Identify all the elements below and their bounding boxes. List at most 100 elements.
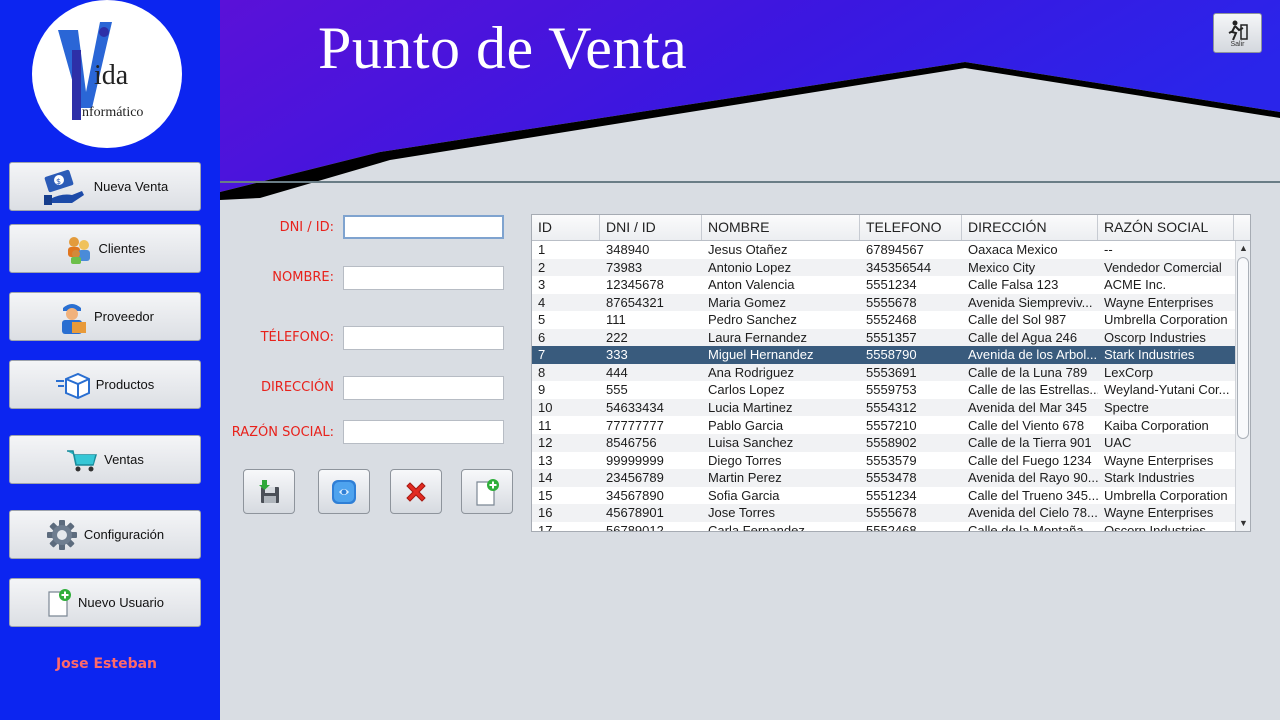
table-cell: 87654321 [606, 294, 664, 310]
table-cell: 5558902 [866, 435, 917, 451]
table-cell: 45678901 [606, 505, 664, 521]
table-cell: 5551234 [866, 487, 917, 503]
table-row-selected[interactable]: 7 333 Miguel Hernandez 5558790 Avenida de lo… [532, 346, 1235, 364]
table-cell: Pedro Sanchez [708, 312, 797, 328]
page-title: Punto de Venta [318, 15, 688, 81]
save-icon [259, 479, 279, 503]
new-button[interactable] [461, 469, 513, 514]
table-cell: Jose Torres [708, 505, 775, 521]
table-header: ID DNI / ID NOMBRE TELEFONO DIRECCIÓN RA… [532, 215, 1250, 241]
scroll-up-arrow-icon[interactable]: ▲ [1236, 241, 1250, 256]
gear-icon [46, 519, 77, 550]
dni-field[interactable] [343, 215, 504, 239]
table-cell: Carla Fernandez [708, 522, 805, 532]
table-cell: Mexico City [968, 259, 1036, 275]
table-row[interactable]: 17 56789012 Carla Fernandez 5552468 Calle de… [532, 521, 1235, 532]
table-row[interactable]: 5 111 Pedro Sanchez 5552468 Calle del Sol 98… [532, 311, 1235, 329]
table-row[interactable]: 12 8546756 Luisa Sanchez 5558902 Calle de la… [532, 434, 1235, 452]
table-cell: Umbrella Corporation [1104, 312, 1228, 328]
table-cell: 6 [538, 329, 546, 345]
column-header-nombre[interactable]: NOMBRE [702, 215, 860, 240]
table-row[interactable]: 11 77777777 Pablo Garcia 5557210 Calle del V… [532, 416, 1235, 435]
sidebar-item-clientes[interactable]: Clientes [9, 224, 201, 273]
sidebar-item-ventas[interactable]: Ventas [9, 435, 201, 484]
scroll-down-arrow-icon[interactable]: ▼ [1236, 516, 1250, 531]
sidebar-item-productos[interactable]: Productos [9, 360, 201, 409]
table-row[interactable]: 15 34567890 Sofia Garcia 5551234 Calle del T… [532, 486, 1235, 505]
table-row[interactable]: 13 99999999 Diego Torres 5553579 Calle del F… [532, 451, 1235, 470]
table-cell: Calle Falsa 123 [968, 277, 1059, 293]
table-cell: Calle de las Estrellas... [968, 382, 1098, 398]
table-cell: 9 [538, 382, 546, 398]
table-cell: 4 [538, 294, 546, 310]
sidebar-item-configuracion[interactable]: Configuración [9, 510, 201, 559]
author-name: Jose Esteban [55, 656, 158, 672]
table-row[interactable]: 4 87654321 Maria Gomez 5555678 Avenida Siemp… [532, 293, 1235, 312]
edit-button[interactable] [318, 469, 370, 514]
column-header-dni[interactable]: DNI / ID [600, 215, 702, 240]
column-header-razon-social[interactable]: RAZÓN SOCIAL [1098, 215, 1234, 240]
table-cell: 12345678 [606, 277, 664, 293]
sidebar-item-label: Nuevo Usuario [78, 595, 164, 610]
table-cell: Umbrella Corporation [1104, 487, 1228, 503]
table-cell: 5554312 [866, 399, 917, 415]
scrollbar-thumb[interactable] [1237, 257, 1249, 439]
clients-table[interactable]: ID DNI / ID NOMBRE TELEFONO DIRECCIÓN RA… [531, 214, 1251, 532]
table-row[interactable]: 10 54633434 Lucia Martinez 5554312 Avenida d… [532, 398, 1235, 417]
sidebar-item-label: Ventas [104, 452, 144, 467]
delete-button[interactable] [390, 469, 442, 514]
table-row[interactable]: 1 348940 Jesus Otañez 67894567 Oaxaca Mexico… [532, 241, 1235, 259]
table-cell: Avenida del Mar 345 [968, 399, 1088, 415]
table-cell: 444 [606, 364, 628, 380]
table-cell: Calle del Fuego 1234 [968, 452, 1092, 468]
nombre-field[interactable] [343, 266, 504, 290]
table-cell: -- [1104, 242, 1113, 257]
table-cell: Avenida del Rayo 90... [968, 470, 1098, 486]
table-row[interactable]: 6 222 Laura Fernandez 5551357 Calle del Agua… [532, 328, 1235, 347]
save-button[interactable] [243, 469, 295, 514]
table-vertical-scrollbar[interactable]: ▲ ▼ [1235, 241, 1250, 531]
table-cell: 12 [538, 435, 553, 451]
table-cell: Weyland-Yutani Cor... [1104, 382, 1230, 398]
table-cell: 555 [606, 382, 628, 398]
table-row[interactable]: 3 12345678 Anton Valencia 5551234 Calle Fals… [532, 276, 1235, 294]
table-cell: 8 [538, 364, 546, 380]
table-cell: 5557210 [866, 417, 917, 433]
column-header-telefono[interactable]: TELEFONO [860, 215, 962, 240]
clients-icon [67, 236, 90, 264]
table-cell: Sofia Garcia [708, 487, 780, 503]
table-cell: Calle de la Luna 789 [968, 364, 1088, 380]
table-cell: Jesus Otañez [708, 242, 788, 257]
direccion-field[interactable] [343, 376, 504, 400]
table-cell: 56789012 [606, 522, 664, 532]
exit-icon [1228, 20, 1248, 40]
razon-social-field[interactable] [343, 420, 504, 444]
exit-button[interactable]: Salir [1213, 13, 1262, 53]
table-cell: 10 [538, 399, 553, 415]
telefono-field[interactable] [343, 326, 504, 350]
table-cell: Avenida Siempreviv... [968, 294, 1093, 310]
razon-social-label: RAZÓN SOCIAL: [231, 425, 334, 440]
column-header-id[interactable]: ID [532, 215, 600, 240]
table-row[interactable]: 16 45678901 Jose Torres 5555678 Avenida del … [532, 504, 1235, 522]
delete-icon [406, 481, 426, 502]
table-row[interactable]: 9 555 Carlos Lopez 5559753 Calle de las Estr… [532, 381, 1235, 399]
table-row[interactable]: 8 444 Ana Rodriguez 5553691 Calle de la Luna… [532, 363, 1235, 382]
dni-label: DNI / ID: [279, 220, 334, 235]
table-cell: Oscorp Industries [1104, 329, 1206, 345]
table-cell: Maria Gomez [708, 294, 787, 310]
table-cell: Antonio Lopez [708, 259, 792, 275]
table-row[interactable]: 14 23456789 Martin Perez 5553478 Avenida del… [532, 469, 1235, 487]
table-cell: Wayne Enterprises [1104, 505, 1214, 521]
sidebar-item-proveedor[interactable]: Proveedor [9, 292, 201, 341]
table-cell: 5552468 [866, 312, 917, 328]
sidebar: ida nformático $ Nueva Venta Clientes Pr… [0, 0, 220, 720]
column-header-direccion[interactable]: DIRECCIÓN [962, 215, 1098, 240]
table-cell: Diego Torres [708, 452, 782, 468]
table-cell: Spectre [1104, 399, 1149, 415]
table-row[interactable]: 2 73983 Antonio Lopez 345356544 Mexico City V… [532, 258, 1235, 277]
sidebar-item-nuevo-usuario[interactable]: Nuevo Usuario [9, 578, 201, 627]
table-cell: Pablo Garcia [708, 417, 784, 433]
sidebar-item-nueva-venta[interactable]: $ Nueva Venta [9, 162, 201, 211]
table-cell: 16 [538, 505, 553, 521]
